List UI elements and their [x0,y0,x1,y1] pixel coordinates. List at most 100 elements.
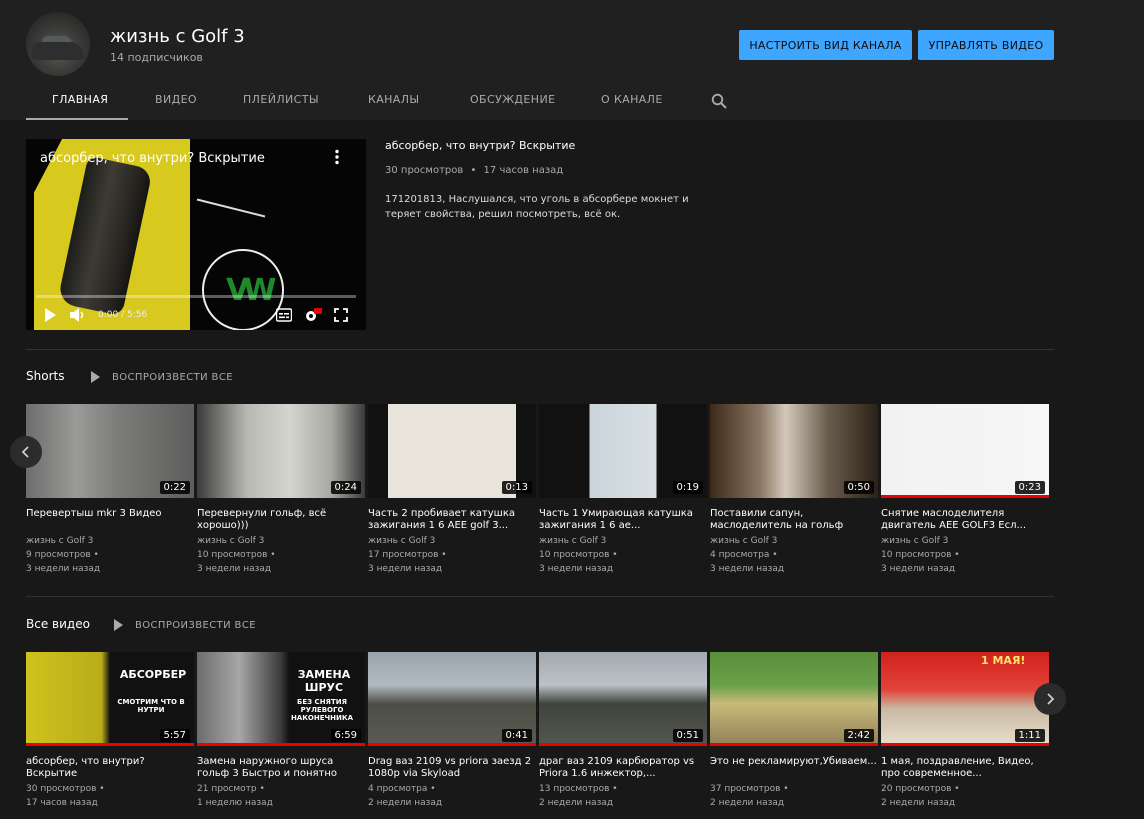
short-thumbnail[interactable]: 0:23 [881,404,1049,498]
fullscreen-icon[interactable] [334,308,348,322]
short-thumbnail[interactable]: 0:50 [710,404,878,498]
short-thumbnail[interactable]: 0:22 [26,404,194,498]
video-age: 1 неделю назад [197,798,273,808]
video-age: 2 недели назад [881,798,956,808]
short-thumbnail[interactable]: 0:24 [197,404,365,498]
video-age: 2 недели назад [368,798,443,808]
video-age: 3 недели назад [26,564,101,574]
video-card[interactable]: 1 МАЯ! 1:11 1 мая, поздравление, Видео, пр… [881,652,1049,810]
featured-meta: 30 просмотров • 17 часов назад [385,165,564,176]
video-title[interactable]: Перевертыш mkr 3 Видео [26,508,194,532]
settings-icon[interactable] [304,308,322,322]
video-duration: 5:57 [159,729,190,742]
short-card[interactable]: 0:13 Часть 2 пробивает катушка зажигания … [368,404,536,576]
short-card[interactable]: 0:23 Снятие маслоделителя двигатель AEE G… [881,404,1049,576]
shorts-section-title[interactable]: Shorts [26,369,64,383]
video-duration: 1:11 [1014,729,1045,742]
video-views: 10 просмотров • [881,550,960,560]
subtitles-icon[interactable] [276,308,292,322]
shorts-prev-arrow[interactable] [10,436,42,468]
video-views: 37 просмотров • [710,784,789,794]
video-thumbnail[interactable]: 2:42 [710,652,878,746]
video-channel[interactable]: жизнь с Golf 3 [710,534,878,548]
manage-videos-button[interactable]: УПРАВЛЯТЬ ВИДЕО [918,30,1054,60]
all-videos-section-title[interactable]: Все видео [26,617,90,631]
video-views: 10 просмотров • [197,550,276,560]
video-channel[interactable]: жизнь с Golf 3 [368,534,536,548]
video-duration: 0:13 [501,481,532,494]
featured-description: 171201813, Наслушался, что уголь в абсор… [385,194,689,220]
video-card[interactable]: 0:41 Drag ваз 2109 vs priora заезд 2 1080… [368,652,536,810]
player-progress-bar[interactable] [36,295,356,298]
tab-playlists[interactable]: ПЛЕЙЛИСТЫ [218,82,343,120]
video-age: 3 недели назад [539,564,614,574]
customize-channel-button[interactable]: НАСТРОИТЬ ВИД КАНАЛА [739,30,912,60]
video-title[interactable]: Часть 2 пробивает катушка зажигания 1 6 … [368,508,536,532]
search-icon[interactable] [711,93,727,109]
videos-next-arrow[interactable] [1034,683,1066,715]
video-title[interactable]: Снятие маслоделителя двигатель AEE GOLF3… [881,508,1049,532]
video-duration: 0:51 [672,729,703,742]
video-title[interactable]: Поставили сапун, маслоделитель на гольф [710,508,878,532]
video-views: 17 просмотров • [368,550,447,560]
featured-video-player[interactable]: VW абсорбер, что внутри? Вскрытие 0:00 /… [26,139,366,330]
video-thumbnail[interactable]: ЗАМЕНА ШРУС БЕЗ СНЯТИЯ РУЛЕВОГО НАКОНЕЧНИ… [197,652,365,746]
featured-views: 30 просмотров [385,165,464,176]
short-card[interactable]: 0:19 Часть 1 Умирающая катушка зажигания … [539,404,707,576]
video-thumbnail[interactable]: 0:41 [368,652,536,746]
video-age: 17 часов назад [26,798,98,808]
play-all-icon [91,371,100,383]
video-title[interactable]: 1 мая, поздравление, Видео, про современ… [881,756,1049,780]
video-age: 3 недели назад [710,564,785,574]
featured-age: 17 часов назад [483,165,564,176]
video-channel[interactable]: жизнь с Golf 3 [881,534,1049,548]
video-card[interactable]: 2:42 Это не рекламируют,Убиваем... 37 прос… [710,652,878,810]
video-thumbnail[interactable]: АБСОРБЕР СМОТРИМ ЧТО В НУТРИ 5:57 [26,652,194,746]
short-card[interactable]: 0:24 Перевернули гольф, всё хорошо))) жизн… [197,404,365,576]
short-card[interactable]: 0:22 Перевертыш mkr 3 Видео жизнь с Golf 3… [26,404,194,576]
tab-videos[interactable]: ВИДЕО [128,82,218,120]
video-views: 30 просмотров • [26,784,105,794]
video-title[interactable]: Часть 1 Умирающая катушка зажигания 1 6 … [539,508,707,532]
featured-title[interactable]: абсорбер, что внутри? Вскрытие [385,139,575,152]
video-card[interactable]: 0:51 драг ваз 2109 карбюратор vs Priora 1… [539,652,707,810]
video-title[interactable]: абсорбер, что внутри? Вскрытие [26,756,194,780]
channel-avatar[interactable] [26,12,90,76]
shorts-play-all-button[interactable]: ВОСПРОИЗВЕСТИ ВСЕ [91,371,233,383]
tab-about[interactable]: О КАНАЛЕ [575,82,685,120]
video-title[interactable]: Перевернули гольф, всё хорошо))) [197,508,365,532]
video-thumbnail[interactable]: 0:51 [539,652,707,746]
video-title[interactable]: Drag ваз 2109 vs priora заезд 2 1080p vi… [368,756,536,780]
video-thumbnail[interactable]: 1 МАЯ! 1:11 [881,652,1049,746]
short-thumbnail[interactable]: 0:13 [368,404,536,498]
video-age: 2 недели назад [539,798,614,808]
video-channel[interactable]: жизнь с Golf 3 [539,534,707,548]
video-title[interactable]: драг ваз 2109 карбюратор vs Priora 1.6 и… [539,756,707,780]
video-duration: 0:24 [330,481,361,494]
video-card[interactable]: АБСОРБЕР СМОТРИМ ЧТО В НУТРИ 5:57 абсорбер,… [26,652,194,810]
video-channel[interactable]: жизнь с Golf 3 [197,534,365,548]
section-divider [26,349,1054,350]
player-title[interactable]: абсорбер, что внутри? Вскрытие [40,151,265,166]
channel-name: жизнь с Golf 3 [110,26,245,47]
video-views: 13 просмотров • [539,784,618,794]
video-card[interactable]: ЗАМЕНА ШРУС БЕЗ СНЯТИЯ РУЛЕВОГО НАКОНЕЧНИ… [197,652,365,810]
all-videos-play-all-button[interactable]: ВОСПРОИЗВЕСТИ ВСЕ [114,619,256,631]
tab-discussion[interactable]: ОБСУЖДЕНИЕ [444,82,575,120]
video-views: 20 просмотров • [881,784,960,794]
short-card[interactable]: 0:50 Поставили сапун, маслоделитель на го… [710,404,878,576]
video-age: 3 недели назад [881,564,956,574]
play-icon[interactable] [44,308,56,322]
tab-home[interactable]: ГЛАВНАЯ [26,82,128,120]
video-title[interactable]: Это не рекламируют,Убиваем... [710,756,878,780]
volume-icon[interactable] [70,308,86,322]
video-age: 2 недели назад [710,798,785,808]
video-channel[interactable]: жизнь с Golf 3 [26,534,194,548]
chevron-left-icon [21,446,29,458]
video-title[interactable]: Замена наружного шруса гольф 3 Быстро и … [197,756,365,780]
tab-channels[interactable]: КАНАЛЫ [343,82,444,120]
video-views: 4 просмотра • [710,550,778,560]
more-vert-icon[interactable] [334,149,340,165]
thumbnail-text: СМОТРИМ ЧТО В НУТРИ [117,698,185,714]
short-thumbnail[interactable]: 0:19 [539,404,707,498]
